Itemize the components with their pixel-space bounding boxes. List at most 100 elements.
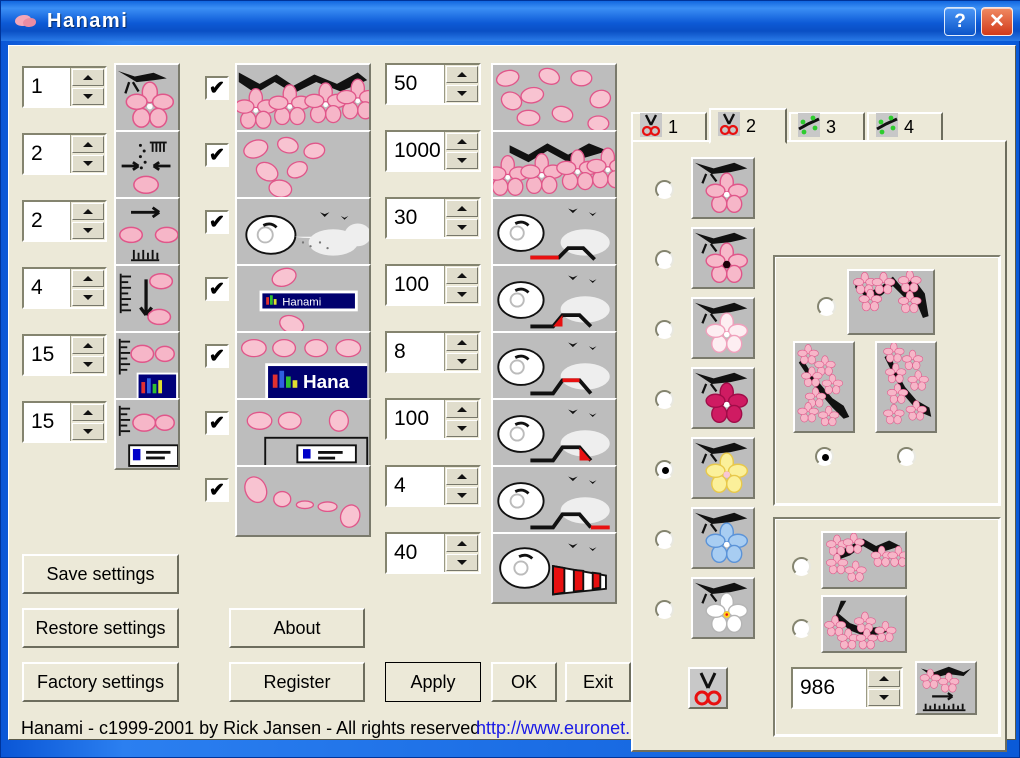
spinner-wind-duration[interactable]: 100 — [385, 264, 481, 306]
spinner-down-button[interactable] — [446, 554, 478, 571]
spinner-petal-count[interactable]: 50 — [385, 63, 481, 105]
branch-option-bottom-left[interactable] — [815, 447, 834, 466]
spinner-sway-amount[interactable]: 2 — [22, 133, 107, 175]
flower-option-magenta[interactable] — [655, 390, 674, 409]
tab-1[interactable]: 1 — [631, 112, 707, 142]
spinner-buttons[interactable] — [70, 336, 105, 374]
spinner-value[interactable]: 50 — [387, 65, 444, 103]
checkbox-petals-over-tray[interactable]: ✔ — [205, 411, 229, 435]
help-button[interactable]: ? — [944, 7, 976, 36]
spinner-up-button[interactable] — [446, 468, 478, 485]
horizontal-branch-option-2[interactable] — [792, 619, 811, 638]
spinner-up-button[interactable] — [72, 136, 104, 153]
spinner-down-button[interactable] — [72, 88, 104, 105]
flower-thumb-white[interactable] — [691, 577, 755, 639]
spinner-value[interactable]: 30 — [387, 199, 444, 237]
register-button[interactable]: Register — [229, 662, 365, 702]
spinner-value[interactable]: 15 — [24, 336, 70, 374]
horizontal-branch-option-1[interactable] — [792, 557, 811, 576]
spinner-up-button[interactable] — [72, 69, 104, 86]
spinner-buttons[interactable] — [444, 132, 479, 170]
branch-option-top[interactable] — [817, 297, 836, 316]
ok-button[interactable]: OK — [491, 662, 557, 702]
spinner-wind-rampup[interactable]: 8 — [385, 331, 481, 373]
spinner-gust-strength[interactable]: 40 — [385, 532, 481, 574]
spinner-wind-strength[interactable]: 100 — [385, 398, 481, 440]
spinner-branch-seed[interactable]: 986 — [791, 667, 903, 709]
spinner-down-button[interactable] — [446, 152, 478, 169]
spinner-up-button[interactable] — [72, 337, 104, 354]
checkbox-blossoms-on-branch[interactable]: ✔ — [205, 76, 229, 100]
factory-settings-button[interactable]: Factory settings — [22, 662, 179, 702]
flower-thumb-pink[interactable] — [691, 157, 755, 219]
horizontal-branch-thumb-1[interactable] — [821, 531, 907, 589]
branch-ruler-icon[interactable] — [915, 661, 977, 715]
spinner-buttons[interactable] — [444, 266, 479, 304]
spinner-value[interactable]: 1000 — [387, 132, 444, 170]
flower-thumb-pink-dark-center[interactable] — [691, 227, 755, 289]
flower-option-pink[interactable] — [655, 180, 674, 199]
flower-thumb-blue[interactable] — [691, 507, 755, 569]
spinner-down-button[interactable] — [446, 219, 478, 236]
spinner-wind-frequency[interactable]: 30 — [385, 197, 481, 239]
spinner-buttons[interactable] — [70, 68, 105, 106]
flower-thumb-magenta[interactable] — [691, 367, 755, 429]
close-button[interactable]: ✕ — [981, 7, 1013, 36]
spinner-value[interactable]: 15 — [24, 403, 70, 441]
spinner-up-button[interactable] — [72, 404, 104, 421]
spinner-buttons[interactable] — [444, 534, 479, 572]
spinner-up-button[interactable] — [446, 133, 478, 150]
spinner-value[interactable]: 40 — [387, 534, 444, 572]
spinner-down-button[interactable] — [72, 356, 104, 373]
spinner-buttons[interactable] — [866, 669, 901, 707]
checkbox-petals-over-titlebar[interactable]: ✔ — [205, 277, 229, 301]
spinner-up-button[interactable] — [446, 267, 478, 284]
checkbox-wind-clouds[interactable]: ✔ — [205, 210, 229, 234]
checkbox-petal-trail[interactable]: ✔ — [205, 478, 229, 502]
spinner-buttons[interactable] — [70, 135, 105, 173]
tab-3[interactable]: 3 — [789, 112, 865, 142]
spinner-down-button[interactable] — [72, 289, 104, 306]
spinner-up-button[interactable] — [446, 334, 478, 351]
spinner-wind-rampdown[interactable]: 4 — [385, 465, 481, 507]
spinner-up-button[interactable] — [868, 670, 900, 687]
spinner-down-button[interactable] — [72, 423, 104, 440]
flower-thumb-white-pink[interactable] — [691, 297, 755, 359]
branch-option-bottom-right[interactable] — [897, 447, 916, 466]
branch-thumb-top[interactable] — [847, 269, 935, 335]
about-button[interactable]: About — [229, 608, 365, 648]
spinner-up-button[interactable] — [446, 66, 478, 83]
spinner-value[interactable]: 4 — [387, 467, 444, 505]
tab-4[interactable]: 4 — [867, 112, 943, 142]
spinner-down-button[interactable] — [868, 689, 900, 706]
branch-thumb-bottom-left[interactable] — [793, 341, 855, 433]
flower-thumb-yellow[interactable] — [691, 437, 755, 499]
spinner-down-button[interactable] — [446, 85, 478, 102]
checkbox-falling-petals[interactable]: ✔ — [205, 143, 229, 167]
spinner-value[interactable]: 2 — [24, 202, 70, 240]
spinner-buttons[interactable] — [444, 65, 479, 103]
spinner-value[interactable]: 100 — [387, 400, 444, 438]
spinner-up-button[interactable] — [446, 200, 478, 217]
spinner-fall-speed[interactable]: 4 — [22, 267, 107, 309]
spinner-value[interactable]: 1 — [24, 68, 70, 106]
exit-button[interactable]: Exit — [565, 662, 631, 702]
spinner-buttons[interactable] — [444, 400, 479, 438]
spinner-max-petals[interactable]: 1000 — [385, 130, 481, 172]
spinner-value[interactable]: 100 — [387, 266, 444, 304]
flower-option-blue[interactable] — [655, 530, 674, 549]
spinner-up-button[interactable] — [446, 535, 478, 552]
flower-option-white[interactable] — [655, 600, 674, 619]
scissors-button[interactable] — [688, 667, 728, 709]
flower-option-pink-dark-center[interactable] — [655, 250, 674, 269]
spinner-value[interactable]: 8 — [387, 333, 444, 371]
spinner-down-button[interactable] — [446, 286, 478, 303]
checkbox-petals-over-taskbar[interactable]: ✔ — [205, 344, 229, 368]
flower-option-white-pink[interactable] — [655, 320, 674, 339]
spinner-value[interactable]: 2 — [24, 135, 70, 173]
flower-option-yellow[interactable] — [655, 460, 674, 479]
spinner-down-button[interactable] — [72, 155, 104, 172]
spinner-buttons[interactable] — [444, 467, 479, 505]
save-settings-button[interactable]: Save settings — [22, 554, 179, 594]
apply-button[interactable]: Apply — [385, 662, 481, 702]
